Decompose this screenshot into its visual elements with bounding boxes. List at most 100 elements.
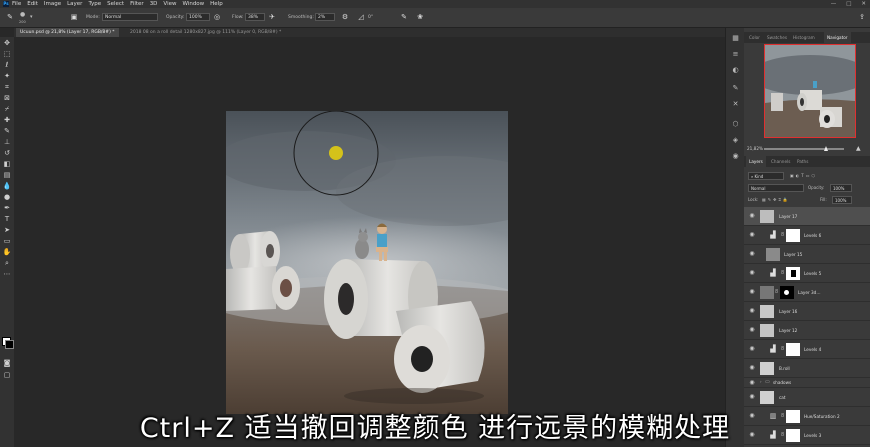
screen-mode-icon[interactable]: ▢	[2, 371, 12, 380]
filter-icons[interactable]: ▣◐T▭⬡	[790, 172, 817, 180]
color-icon[interactable]: ◉	[731, 152, 740, 161]
tab-histogram[interactable]: Histogram	[790, 32, 818, 43]
menu-layer[interactable]: Layer	[67, 0, 82, 8]
layer-row[interactable]: ◉ ▟ 8 Levels 4	[744, 340, 870, 359]
zoom-tool-icon[interactable]: ⌕	[2, 259, 12, 268]
opacity-field[interactable]: 100%	[186, 13, 210, 21]
properties-icon[interactable]: ≡	[731, 50, 740, 59]
menu-help[interactable]: Help	[210, 0, 223, 8]
navigator-thumbnail[interactable]	[764, 44, 856, 138]
frame-tool-icon[interactable]: ⊠	[2, 94, 12, 103]
history-icon[interactable]: ▦	[731, 34, 740, 43]
zoom-slider[interactable]	[764, 146, 844, 151]
close-button[interactable]: ✕	[861, 0, 866, 8]
layer-opacity-field[interactable]: 100%	[830, 184, 852, 192]
menu-edit[interactable]: Edit	[27, 0, 38, 8]
tab-swatches[interactable]: Swatches	[764, 32, 790, 43]
layer-row[interactable]: ◉ ▟ 8 Levels 5	[744, 264, 870, 283]
history-brush-tool-icon[interactable]: ↺	[2, 149, 12, 158]
3d-icon[interactable]: ⬡	[731, 120, 740, 129]
fill-field[interactable]: 100%	[832, 196, 852, 204]
menu-view[interactable]: View	[163, 0, 176, 8]
hand-tool-icon[interactable]: ✋	[2, 248, 12, 257]
angle-value[interactable]: 0°	[368, 8, 373, 27]
brush-tool-icon[interactable]: ✎	[2, 127, 12, 136]
zoom-in-icon[interactable]: ▲	[856, 144, 861, 154]
layer-row[interactable]: ◉ B.roll	[744, 359, 870, 378]
pen-tool-icon[interactable]: ✒	[2, 204, 12, 213]
eye-icon[interactable]: ◉	[748, 364, 756, 372]
layer-row[interactable]: ◉ Layer 16	[744, 302, 870, 321]
angle-icon[interactable]: ◿	[357, 13, 365, 21]
share-icon[interactable]: ⇪	[858, 13, 866, 21]
gear-icon[interactable]: ⚙	[341, 13, 349, 21]
menu-3d[interactable]: 3D	[150, 0, 158, 8]
dodge-tool-icon[interactable]: ●	[2, 193, 12, 202]
minimize-button[interactable]: —	[831, 0, 837, 8]
gradient-tool-icon[interactable]: ▤	[2, 171, 12, 180]
zoom-slider-knob[interactable]	[824, 146, 828, 151]
styles-icon[interactable]: ◈	[731, 136, 740, 145]
eye-icon[interactable]: ◉	[748, 269, 756, 277]
eye-icon[interactable]: ◉	[748, 307, 756, 315]
shape-tool-icon[interactable]: ▭	[2, 237, 12, 246]
menu-image[interactable]: Image	[44, 0, 61, 8]
eye-icon[interactable]: ◉	[748, 250, 756, 258]
eye-icon[interactable]: ◉	[748, 379, 756, 387]
flow-field[interactable]: 38%	[245, 13, 265, 21]
tab-roll-detail[interactable]: 2018 08 on a roll detail 1280x827.jpg @ …	[126, 28, 285, 37]
zoom-value[interactable]: 21,82%	[747, 144, 763, 154]
eye-icon[interactable]: ◉	[748, 288, 756, 296]
tab-layers[interactable]: Layers	[746, 156, 766, 167]
layer-row[interactable]: ◉ Layer 15	[744, 245, 870, 264]
layer-row[interactable]: ◉ Layer 12	[744, 321, 870, 340]
brushes-icon[interactable]: ✎	[731, 84, 740, 93]
blur-tool-icon[interactable]: 💧	[2, 182, 12, 191]
pressure-opacity-icon[interactable]: ◎	[213, 13, 221, 21]
marquee-tool-icon[interactable]: ⬚	[2, 50, 12, 59]
menu-window[interactable]: Window	[182, 0, 204, 8]
brush-tool-icon[interactable]: ✎	[6, 13, 14, 21]
stamp-tool-icon[interactable]: ⊥	[2, 138, 12, 147]
layer-row[interactable]: ◉ › ▭ shadows	[744, 378, 870, 388]
menu-select[interactable]: Select	[107, 0, 124, 8]
layer-filter-select[interactable]: ⌕ Kind	[748, 172, 784, 180]
tab-navigator[interactable]: Navigator	[824, 32, 851, 43]
tab-paths[interactable]: Paths	[794, 156, 811, 167]
symmetry-icon[interactable]: ❀	[416, 13, 424, 21]
tab-ucuun[interactable]: Ucuun.psd @ 21,8% (Layer 17, RGB/8#) *	[16, 28, 119, 37]
path-select-tool-icon[interactable]: ➤	[2, 226, 12, 235]
eyedropper-tool-icon[interactable]: ⌿	[2, 105, 12, 114]
healing-tool-icon[interactable]: ✚	[2, 116, 12, 125]
eye-icon[interactable]: ◉	[748, 345, 756, 353]
clone-source-icon[interactable]: ✕	[731, 100, 740, 109]
blend-mode-select[interactable]: Normal	[748, 184, 804, 192]
tab-channels[interactable]: Channels	[768, 156, 793, 167]
menu-type[interactable]: Type	[88, 0, 101, 8]
quick-mask-icon[interactable]: ◙	[2, 359, 12, 368]
quick-select-tool-icon[interactable]: ✦	[2, 72, 12, 81]
menu-filter[interactable]: Filter	[130, 0, 144, 8]
lasso-tool-icon[interactable]: ℓ	[2, 61, 12, 70]
airbrush-icon[interactable]: ✈	[268, 13, 276, 21]
eye-icon[interactable]: ◉	[748, 212, 756, 220]
maximize-button[interactable]: □	[846, 0, 851, 8]
layer-row[interactable]: ◉ cat	[744, 388, 870, 407]
layer-row[interactable]: ◉ Layer 17	[744, 207, 870, 226]
document-canvas[interactable]	[226, 111, 508, 414]
move-tool-icon[interactable]: ✥	[2, 39, 12, 48]
eye-icon[interactable]: ◉	[748, 393, 756, 401]
chevron-right-icon[interactable]: ›	[760, 379, 762, 384]
mode-select[interactable]: Normal	[102, 13, 158, 21]
layer-row[interactable]: ◉ ▟ 8 Levels 6	[744, 226, 870, 245]
brush-settings-icon[interactable]: ▣	[70, 13, 78, 21]
background-color-swatch[interactable]	[5, 340, 14, 349]
tab-color[interactable]: Color	[746, 32, 763, 43]
eraser-tool-icon[interactable]: ◧	[2, 160, 12, 169]
smoothing-field[interactable]: 2%	[315, 13, 335, 21]
adjustments-icon[interactable]: ◐	[731, 66, 740, 75]
pressure-size-icon[interactable]: ✎	[400, 13, 408, 21]
lock-icons[interactable]: ▦✎✥⌗🔒	[762, 196, 790, 204]
type-tool-icon[interactable]: T	[2, 215, 12, 224]
layer-row[interactable]: ◉ 8 Layer 3d…	[744, 283, 870, 302]
